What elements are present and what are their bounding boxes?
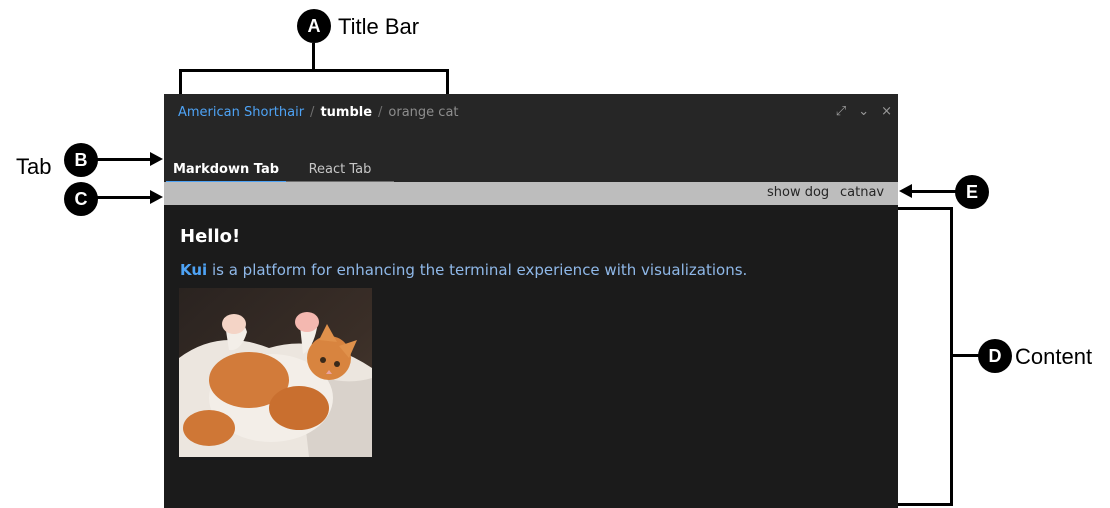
arrow-c-head: [150, 190, 163, 204]
bracket-a-right: [446, 69, 449, 95]
breadcrumb-separator: /: [378, 105, 383, 120]
cat-photo: [179, 288, 372, 457]
show-dog-button[interactable]: show dog: [767, 185, 829, 200]
title-bar: American Shorthair / tumble / orange cat ⤢ ⌄…: [164, 94, 898, 132]
bracket-a-stem: [312, 43, 315, 71]
arrow-c-line: [96, 196, 152, 199]
breadcrumb-separator: /: [310, 105, 315, 120]
breadcrumb-command: tumble: [320, 105, 373, 120]
arrow-b-line: [96, 158, 152, 161]
toolbar: show dog catnav: [164, 182, 898, 205]
tab-markdown[interactable]: Markdown Tab: [166, 157, 286, 183]
maximize-icon[interactable]: ⤢: [836, 104, 846, 120]
breadcrumb: American Shorthair / tumble / orange cat: [178, 105, 459, 120]
callout-b-label: Tab: [16, 154, 52, 179]
callout-a-label: Title Bar: [338, 14, 420, 39]
kui-window: American Shorthair / tumble / orange cat ⤢ ⌄…: [164, 94, 898, 508]
chevron-down-icon[interactable]: ⌄: [858, 104, 869, 120]
callout-d-marker: D: [978, 339, 1012, 373]
kui-link[interactable]: Kui: [180, 261, 207, 279]
callout-e-marker: E: [955, 175, 989, 209]
arrow-e-line: [910, 190, 958, 193]
bracket-d-bottom: [898, 503, 953, 506]
paragraph-text: is a platform for enhancing the terminal…: [207, 261, 748, 279]
content-area: Hello! Kui is a platform for enhancing t…: [164, 205, 898, 508]
bracket-a-left: [179, 69, 182, 95]
window-controls: ⤢ ⌄ ×: [836, 104, 892, 120]
callout-b-marker: B: [64, 143, 98, 177]
close-icon[interactable]: ×: [881, 104, 892, 120]
content-heading: Hello!: [180, 226, 241, 247]
arrow-b-head: [150, 152, 163, 166]
callout-c-marker: C: [64, 182, 98, 216]
tab-react[interactable]: React Tab: [286, 157, 394, 183]
bracket-d-stem: [950, 354, 980, 357]
content-paragraph: Kui is a platform for enhancing the term…: [180, 261, 747, 279]
breadcrumb-app[interactable]: American Shorthair: [178, 105, 304, 120]
catnav-button[interactable]: catnav: [840, 185, 884, 200]
bracket-a-top: [179, 69, 449, 72]
callout-d-label: Content: [1015, 344, 1093, 369]
breadcrumb-subtitle: orange cat: [388, 105, 459, 120]
callout-a-marker: A: [297, 9, 331, 43]
tab-bar: Markdown Tab React Tab: [164, 132, 898, 183]
bracket-d-top: [898, 207, 953, 210]
